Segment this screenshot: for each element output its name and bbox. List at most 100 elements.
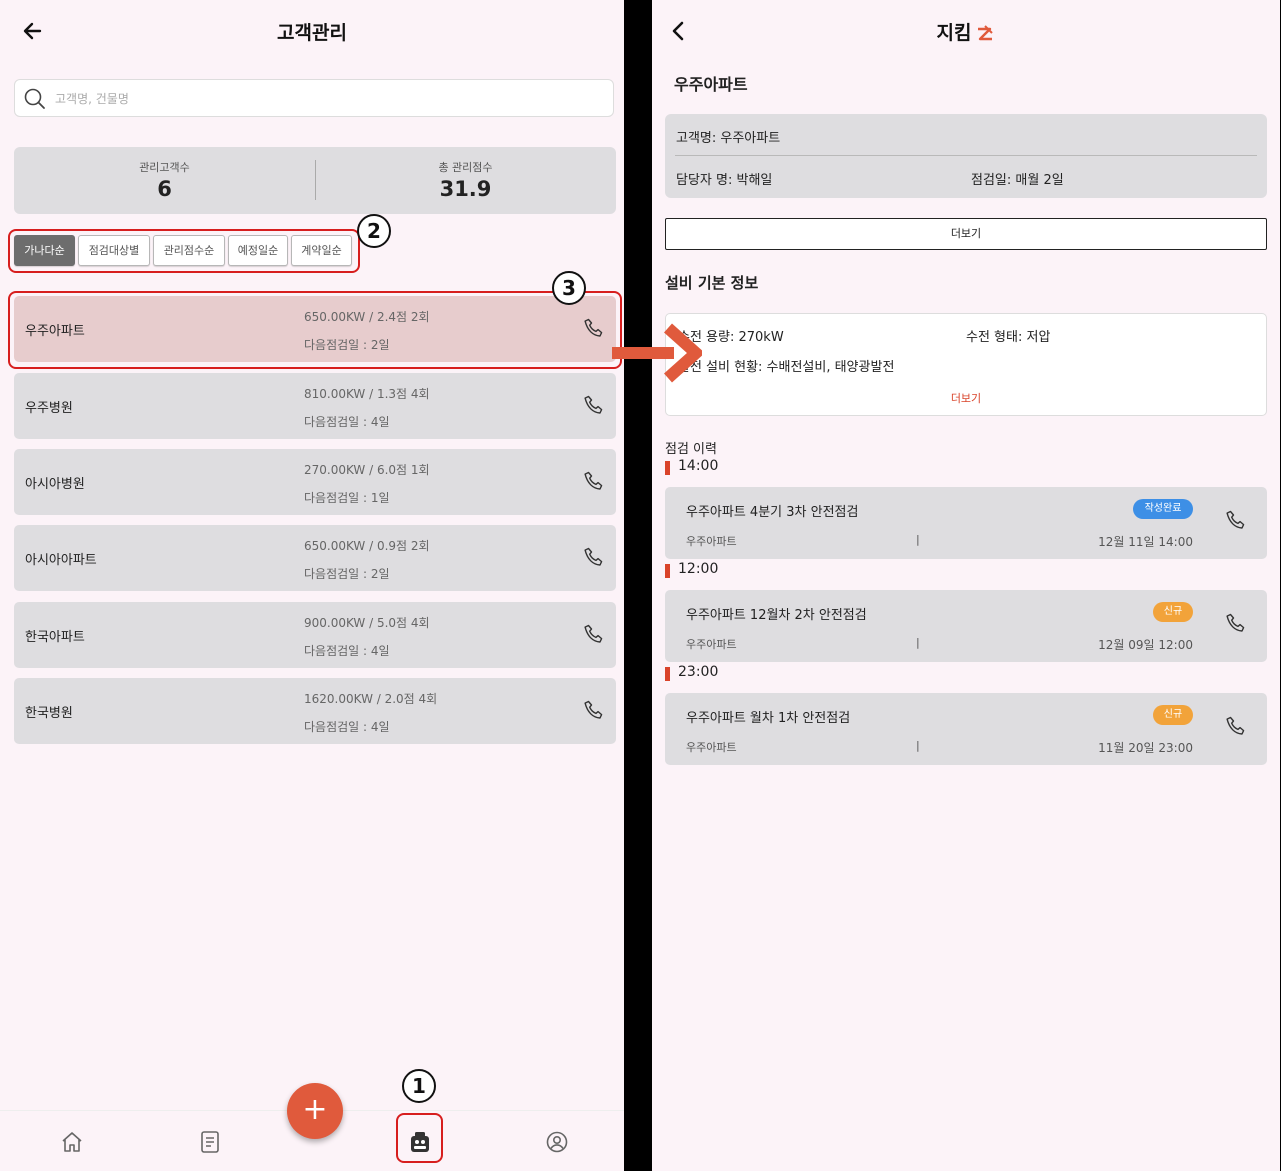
customer-detail-screen: 지킴 우주아파트 고객명: 우주아파트 담당자 명: 박해일 점검일: 매월 2… xyxy=(652,0,1280,1171)
history-item-site: 우주아파트 xyxy=(686,638,737,651)
history-item[interactable]: 우주아파트 월차 1차 안전점검 신규 우주아파트 | 11월 20일 23:0… xyxy=(665,693,1267,765)
phone-icon[interactable] xyxy=(1224,612,1248,636)
customer-info: 270.00KW / 6.0점 1회 xyxy=(304,463,430,477)
history-item-title: 우주아파트 12월차 2차 안전점검 xyxy=(686,608,867,623)
header: 지킴 xyxy=(652,0,1280,62)
customer-next-inspection: 다음점검일 : 4일 xyxy=(304,720,390,734)
receiving-type: 수전 형태: 저압 xyxy=(966,330,1051,345)
history-item-title: 우주아파트 4분기 3차 안전점검 xyxy=(686,505,859,520)
customer-name: 한국병원 xyxy=(25,706,73,721)
history-item-site: 우주아파트 xyxy=(686,535,737,548)
separator: | xyxy=(916,533,920,546)
status-badge: 작성완료 xyxy=(1133,499,1193,519)
time-marker xyxy=(665,461,670,475)
add-button[interactable]: + xyxy=(287,1083,343,1139)
stat-customers-value: 6 xyxy=(157,177,172,201)
customer-info: 900.00KW / 5.0점 4회 xyxy=(304,616,430,630)
stat-score: 총 관리점수 31.9 xyxy=(315,147,616,214)
app-title-text: 지킴 xyxy=(936,22,972,44)
history-item-date: 12월 11일 14:00 xyxy=(1098,535,1193,549)
customer-name: 우주병원 xyxy=(25,401,73,416)
phone-icon[interactable] xyxy=(582,623,606,647)
equipment-section-title: 설비 기본 정보 xyxy=(665,274,759,292)
customers-icon[interactable] xyxy=(408,1130,432,1154)
document-icon[interactable] xyxy=(199,1130,221,1154)
customer-name: 한국아파트 xyxy=(25,630,85,645)
stat-customers-label: 관리고객수 xyxy=(139,161,190,174)
annotation-badge-1: 1 xyxy=(402,1069,436,1103)
history-item-site: 우주아파트 xyxy=(686,741,737,754)
customer-row[interactable]: 한국아파트 900.00KW / 5.0점 4회 다음점검일 : 4일 xyxy=(14,602,616,668)
app-title: 지킴 xyxy=(652,18,1280,45)
customer-info: 650.00KW / 2.4점 2회 xyxy=(304,310,430,324)
customer-row[interactable]: 아시아아파트 650.00KW / 0.9점 2회 다음점검일 : 2일 xyxy=(14,525,616,591)
customer-name: 고객명: 우주아파트 xyxy=(676,131,781,146)
profile-icon[interactable] xyxy=(545,1130,569,1154)
header: 고객관리 xyxy=(0,0,624,62)
search-box[interactable] xyxy=(14,79,614,117)
history-time: 14:00 xyxy=(678,458,719,474)
page-title: 고객관리 xyxy=(277,22,347,44)
stat-customers: 관리고객수 6 xyxy=(14,147,315,214)
more-button[interactable]: 더보기 xyxy=(665,218,1267,250)
separator: | xyxy=(916,739,920,752)
search-icon xyxy=(24,88,45,109)
customer-row[interactable]: 우주아파트 650.00KW / 2.4점 2회 다음점검일 : 2일 xyxy=(14,296,616,362)
equipment-more-link[interactable]: 더보기 xyxy=(666,390,1266,406)
history-title: 점검 이력 xyxy=(665,442,717,457)
history-item[interactable]: 우주아파트 12월차 2차 안전점검 신규 우주아파트 | 12월 09일 12… xyxy=(665,590,1267,662)
customer-name: 아시아아파트 xyxy=(25,553,97,568)
customer-row[interactable]: 우주병원 810.00KW / 1.3점 4회 다음점검일 : 4일 xyxy=(14,373,616,439)
customer-name: 우주아파트 xyxy=(25,324,85,339)
customer-title: 우주아파트 xyxy=(674,75,748,94)
transition-arrow-icon xyxy=(612,323,702,383)
sort-chip-contract[interactable]: 계약일순 xyxy=(291,235,352,266)
sort-chip-score[interactable]: 관리점수순 xyxy=(153,235,225,266)
equipment-card: 수전 용량: 270kW 수전 형태: 저압 발전 설비 현황: 수배전설비, … xyxy=(665,313,1267,416)
stat-score-value: 31.9 xyxy=(439,177,492,201)
sort-chip-scheduled[interactable]: 예정일순 xyxy=(228,235,288,266)
stat-score-label: 총 관리점수 xyxy=(438,161,493,174)
customer-row[interactable]: 아시아병원 270.00KW / 6.0점 1회 다음점검일 : 1일 xyxy=(14,449,616,515)
time-marker xyxy=(665,667,670,681)
sort-chip-alphabetical[interactable]: 가나다순 xyxy=(14,235,75,266)
home-icon[interactable] xyxy=(60,1130,84,1154)
customer-next-inspection: 다음점검일 : 1일 xyxy=(304,491,390,505)
annotation-badge-3: 3 xyxy=(552,271,586,305)
generation-status: 발전 설비 현황: 수배전설비, 태양광발전 xyxy=(678,360,895,375)
annotation-badge-2: 2 xyxy=(357,214,391,248)
phone-icon[interactable] xyxy=(1224,715,1248,739)
phone-icon[interactable] xyxy=(582,470,606,494)
history-item-date: 11월 20일 23:00 xyxy=(1098,741,1193,755)
phone-icon[interactable] xyxy=(582,394,606,418)
search-input[interactable] xyxy=(53,86,597,112)
phone-icon[interactable] xyxy=(1224,509,1248,533)
history-item[interactable]: 우주아파트 4분기 3차 안전점검 작성완료 우주아파트 | 12월 11일 1… xyxy=(665,487,1267,559)
inspection-day: 점검일: 매월 2일 xyxy=(971,173,1064,188)
history-item-date: 12월 09일 12:00 xyxy=(1098,638,1193,652)
customer-next-inspection: 다음점검일 : 4일 xyxy=(304,415,390,429)
divider xyxy=(675,155,1257,156)
customer-info: 810.00KW / 1.3점 4회 xyxy=(304,387,430,401)
status-badge: 신규 xyxy=(1153,602,1193,622)
customer-management-screen: 고객관리 관리고객수 6 총 관리점수 31.9 가나다순 점검대상별 관리점수… xyxy=(0,0,624,1171)
customer-name: 아시아병원 xyxy=(25,477,85,492)
customer-next-inspection: 다음점검일 : 2일 xyxy=(304,338,390,352)
stats-panel: 관리고객수 6 총 관리점수 31.9 xyxy=(14,147,616,214)
customer-next-inspection: 다음점검일 : 2일 xyxy=(304,567,390,581)
status-badge: 신규 xyxy=(1153,705,1193,725)
history-item-title: 우주아파트 월차 1차 안전점검 xyxy=(686,711,851,726)
customer-row[interactable]: 한국병원 1620.00KW / 2.0점 4회 다음점검일 : 4일 xyxy=(14,678,616,744)
customer-info: 1620.00KW / 2.0점 4회 xyxy=(304,692,438,706)
logo-icon xyxy=(978,24,994,40)
phone-icon[interactable] xyxy=(582,546,606,570)
customer-next-inspection: 다음점검일 : 4일 xyxy=(304,644,390,658)
sort-chip-inspection-target[interactable]: 점검대상별 xyxy=(78,235,150,266)
phone-icon[interactable] xyxy=(582,317,606,341)
manager-name: 담당자 명: 박해일 xyxy=(676,173,773,188)
history-time: 23:00 xyxy=(678,664,719,680)
history-time: 12:00 xyxy=(678,561,719,577)
phone-icon[interactable] xyxy=(582,699,606,723)
separator: | xyxy=(916,636,920,649)
time-marker xyxy=(665,564,670,578)
